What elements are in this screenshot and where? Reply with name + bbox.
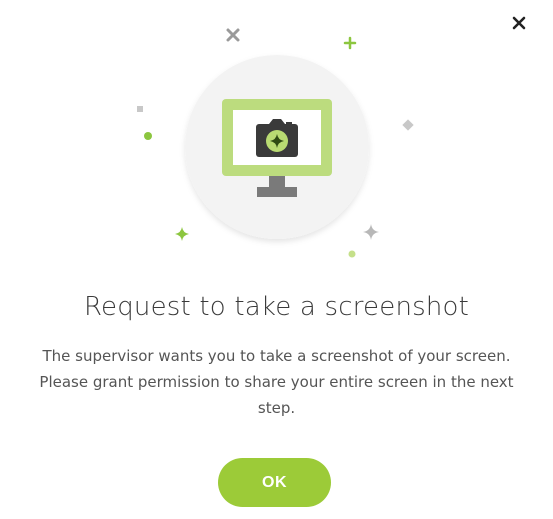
screenshot-request-dialog: Request to take a screenshot The supervi… — [0, 0, 553, 519]
dialog-title: Request to take a screenshot — [83, 292, 470, 322]
camera-icon — [256, 119, 298, 157]
decor-gray-square-1 — [137, 106, 143, 112]
ok-button[interactable]: OK — [218, 458, 331, 507]
decor-green-plus-icon — [343, 36, 357, 50]
decor-green-sparkle-icon — [175, 227, 189, 241]
decor-gray-x-icon — [226, 28, 240, 42]
decor-green-dot-2 — [348, 250, 356, 258]
screenshot-illustration — [137, 28, 414, 258]
dialog-message: The supervisor wants you to take a scree… — [39, 347, 514, 417]
decor-green-dot-1 — [144, 132, 152, 140]
decor-gray-sparkle-icon — [363, 224, 379, 240]
decor-gray-square-2 — [402, 119, 414, 131]
